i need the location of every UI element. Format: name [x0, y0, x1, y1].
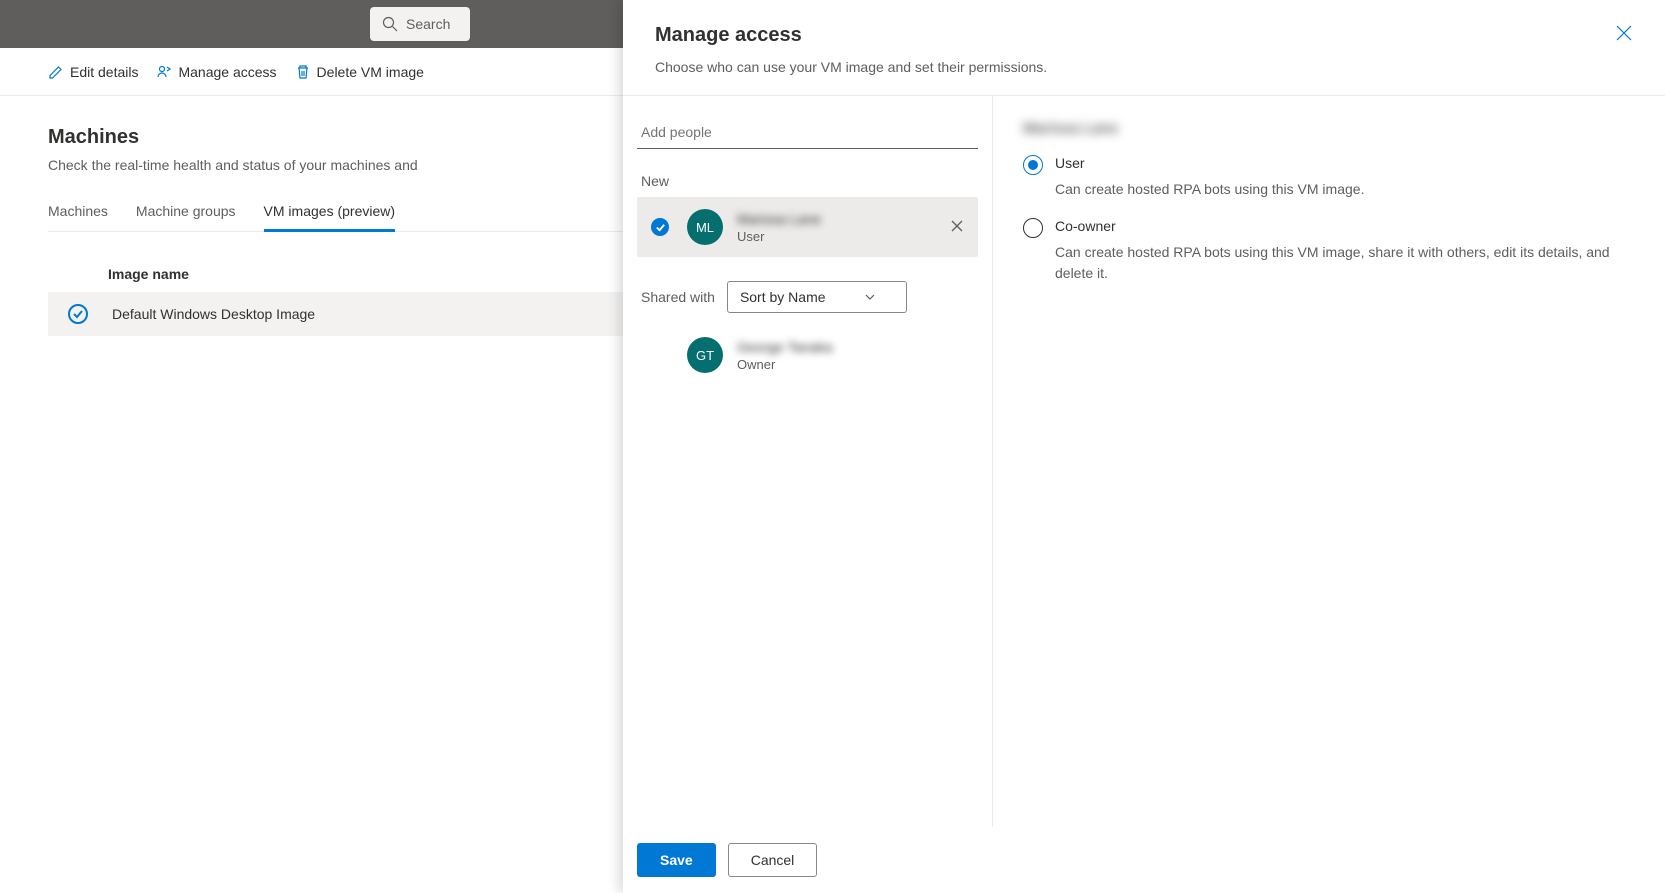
pencil-icon	[48, 64, 64, 80]
remove-person-button[interactable]	[950, 219, 964, 236]
panel-left-column: New ML Marissa Lane User Shared with Sor…	[623, 96, 993, 827]
role-user-radio-item[interactable]: User	[1023, 155, 1635, 175]
role-coowner-label: Co-owner	[1055, 218, 1116, 234]
panel-right-column: Marissa Lane User Can create hosted RPA …	[993, 96, 1665, 827]
image-name-cell: Default Windows Desktop Image	[112, 306, 315, 322]
chevron-down-icon	[864, 291, 876, 303]
sort-by-value: Sort by Name	[740, 289, 826, 305]
panel-title: Manage access	[655, 24, 1633, 47]
search-input-container[interactable]: Search	[370, 7, 470, 41]
person-row-check	[651, 218, 669, 236]
close-icon	[1615, 24, 1633, 42]
person-role: User	[737, 229, 950, 244]
person-row-shared[interactable]: GT George Tanaka Owner	[637, 325, 978, 385]
role-user-radio[interactable]	[1023, 155, 1043, 175]
panel-header: Manage access Choose who can use your VM…	[623, 0, 1665, 95]
selected-person-name: Marissa Lane	[1023, 120, 1635, 137]
people-share-icon	[156, 64, 172, 80]
check-icon	[655, 222, 666, 233]
shared-with-row: Shared with Sort by Name	[641, 281, 974, 313]
new-section-label: New	[637, 173, 978, 189]
person-info: George Tanaka Owner	[737, 338, 964, 371]
avatar: GT	[687, 337, 723, 373]
role-user-desc: Can create hosted RPA bots using this VM…	[1055, 179, 1635, 200]
panel-footer: Save Cancel	[623, 827, 1665, 893]
manage-access-label: Manage access	[178, 64, 276, 80]
person-name: George Tanaka	[737, 338, 964, 356]
close-panel-button[interactable]	[1615, 24, 1633, 45]
add-people-input[interactable]	[637, 116, 978, 149]
cancel-button[interactable]: Cancel	[728, 843, 818, 877]
edit-details-button[interactable]: Edit details	[48, 64, 138, 80]
tab-machine-groups[interactable]: Machine groups	[136, 193, 236, 231]
edit-details-label: Edit details	[70, 64, 138, 80]
panel-body: New ML Marissa Lane User Shared with Sor…	[623, 95, 1665, 827]
person-role: Owner	[737, 357, 964, 372]
close-icon	[950, 219, 964, 233]
check-icon	[72, 308, 84, 320]
manage-access-button[interactable]: Manage access	[156, 64, 276, 80]
role-coowner-radio[interactable]	[1023, 218, 1043, 238]
role-coowner-desc: Can create hosted RPA bots using this VM…	[1055, 242, 1635, 284]
sort-by-select[interactable]: Sort by Name	[727, 281, 907, 313]
shared-with-label: Shared with	[641, 289, 715, 305]
search-icon	[382, 16, 398, 32]
trash-icon	[295, 64, 311, 80]
role-coowner-radio-item[interactable]: Co-owner	[1023, 218, 1635, 238]
save-button[interactable]: Save	[637, 843, 716, 877]
person-row-new[interactable]: ML Marissa Lane User	[637, 197, 978, 257]
tab-machines[interactable]: Machines	[48, 193, 108, 231]
row-select-indicator[interactable]	[68, 304, 88, 324]
person-name: Marissa Lane	[737, 210, 950, 228]
tab-vm-images[interactable]: VM images (preview)	[264, 193, 395, 232]
panel-subtitle: Choose who can use your VM image and set…	[655, 59, 1633, 75]
delete-vm-label: Delete VM image	[317, 64, 424, 80]
avatar: ML	[687, 209, 723, 245]
manage-access-panel: Manage access Choose who can use your VM…	[623, 0, 1665, 893]
search-placeholder: Search	[406, 16, 450, 32]
role-user-label: User	[1055, 155, 1085, 171]
delete-vm-button[interactable]: Delete VM image	[295, 64, 424, 80]
person-info: Marissa Lane User	[737, 210, 950, 243]
